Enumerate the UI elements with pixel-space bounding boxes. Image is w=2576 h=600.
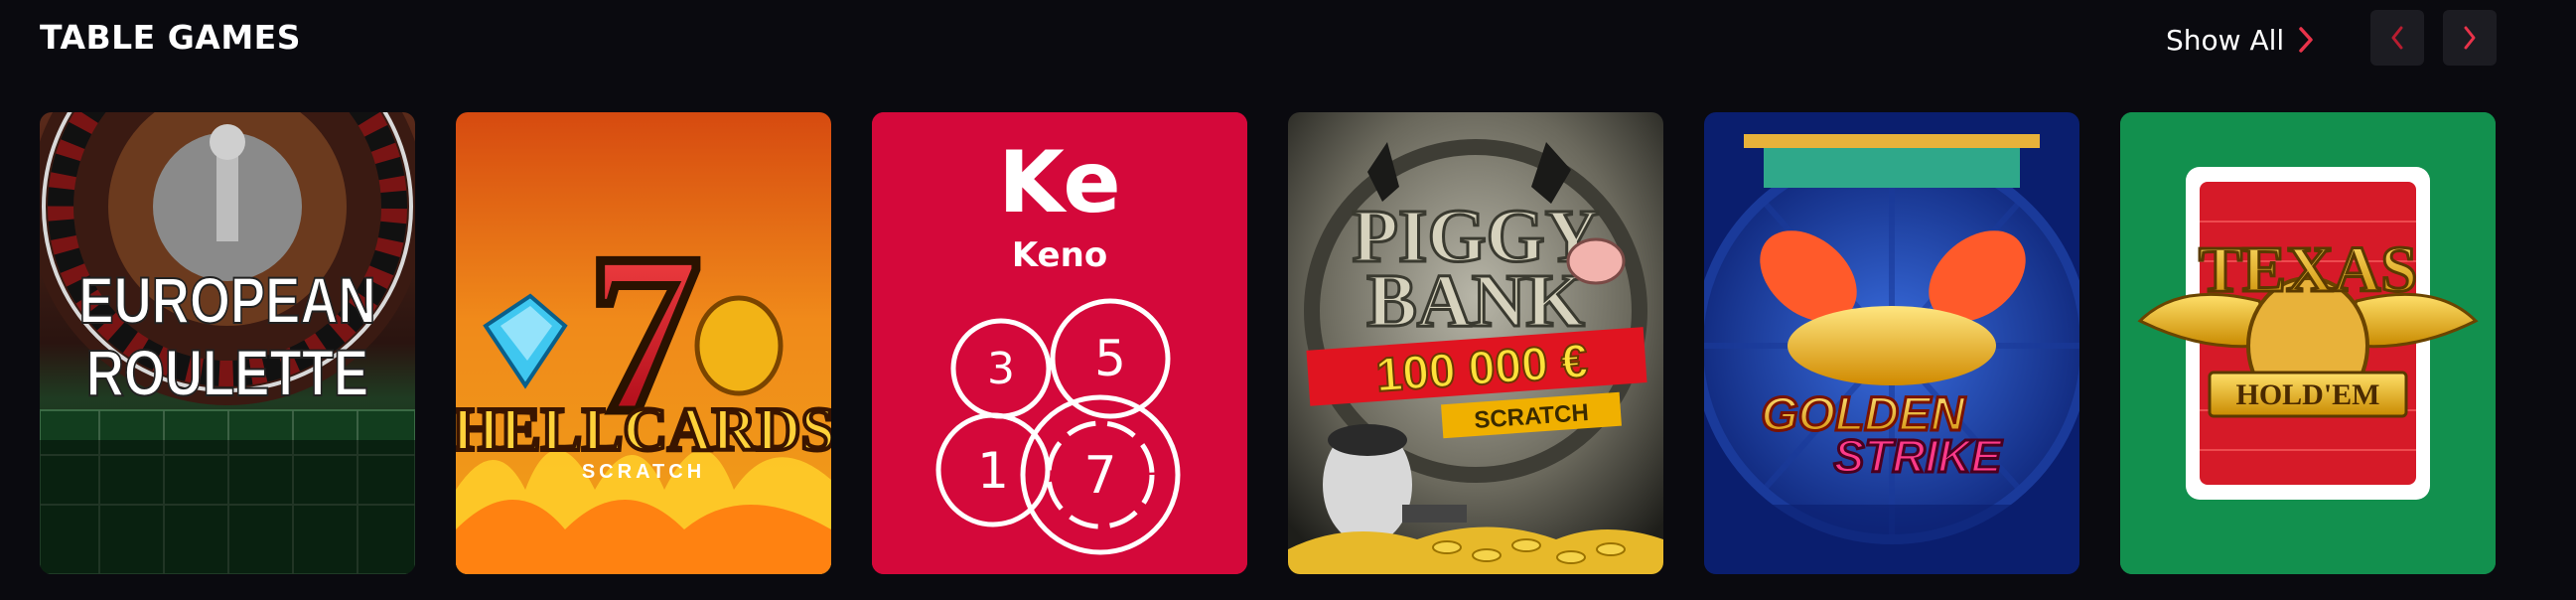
game-art-subtitle: SCRATCH	[582, 461, 705, 483]
game-art-title: TEXAS	[2199, 233, 2417, 306]
game-art-title: HELLCARDS	[456, 396, 831, 464]
keno-ball-1: 1	[977, 442, 1009, 500]
game-subtitle: Keno	[1012, 235, 1107, 275]
chevron-right-icon	[2464, 26, 2476, 50]
seven-diamond-bell-icon: 7 HELLCARDS SCRATCH	[456, 112, 831, 574]
game-card-hell-cards[interactable]: 7 HELLCARDS SCRATCH	[456, 112, 831, 574]
carousel-prev-button[interactable]	[2370, 10, 2424, 66]
roulette-wheel-icon: EUROPEAN ROULETTE	[40, 112, 415, 574]
section-header: TABLE GAMES Show All	[40, 0, 2497, 79]
keno-ball-3: 3	[987, 344, 1015, 394]
game-card-texas-holdem[interactable]: TEXAS HOLD'EM	[2120, 112, 2496, 574]
koi-fish-icon: GOLDEN STRIKE	[1704, 112, 2079, 574]
carousel-next-button[interactable]	[2443, 10, 2497, 66]
show-all-link[interactable]: Show All	[2166, 20, 2314, 60]
game-card-golden-strike[interactable]: GOLDEN STRIKE	[1704, 112, 2079, 574]
game-art-title-line-2: ROULETTE	[86, 336, 368, 409]
keno-ball-5: 5	[1094, 330, 1126, 387]
piggy-bank-icon: PIGGY BANK 100 000 € SCRATCH	[1288, 112, 1663, 574]
bull-horns-icon: TEXAS HOLD'EM	[2120, 112, 2496, 574]
game-card-keno[interactable]: Ke Keno 3 5 1 7	[872, 112, 1247, 574]
keno-balls-icon: Ke Keno 3 5 1 7	[872, 112, 1247, 574]
game-art-title-line-2: STRIKE	[1834, 430, 2003, 482]
game-card-european-roulette[interactable]: EUROPEAN ROULETTE	[40, 112, 415, 574]
game-card-piggy-bank[interactable]: PIGGY BANK 100 000 € SCRATCH	[1288, 112, 1663, 574]
chevron-right-icon	[2299, 27, 2313, 53]
game-art-title-line-2: BANK	[1366, 259, 1585, 343]
chevron-left-icon	[2391, 26, 2403, 50]
game-art-title-line-1: EUROPEAN	[78, 263, 375, 337]
game-symbol: Ke	[998, 133, 1120, 232]
section-title: TABLE GAMES	[40, 18, 301, 57]
game-art-subtitle: HOLD'EM	[2235, 378, 2379, 411]
keno-ball-7: 7	[1083, 446, 1116, 506]
show-all-label: Show All	[2166, 23, 2285, 57]
